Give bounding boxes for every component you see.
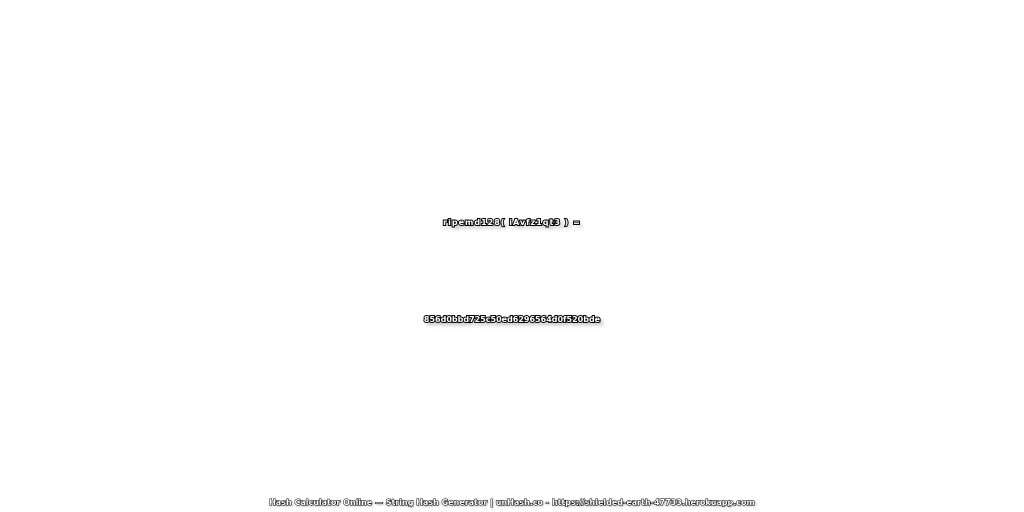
hash-result: 856d0bbd725c50ed6296564d0f520bde (423, 314, 601, 325)
footer-credit: Hash Calculator Online — String Hash Gen… (269, 498, 756, 508)
hash-expression: ripemd128( iAvfz1qt3 ) = (442, 217, 581, 228)
